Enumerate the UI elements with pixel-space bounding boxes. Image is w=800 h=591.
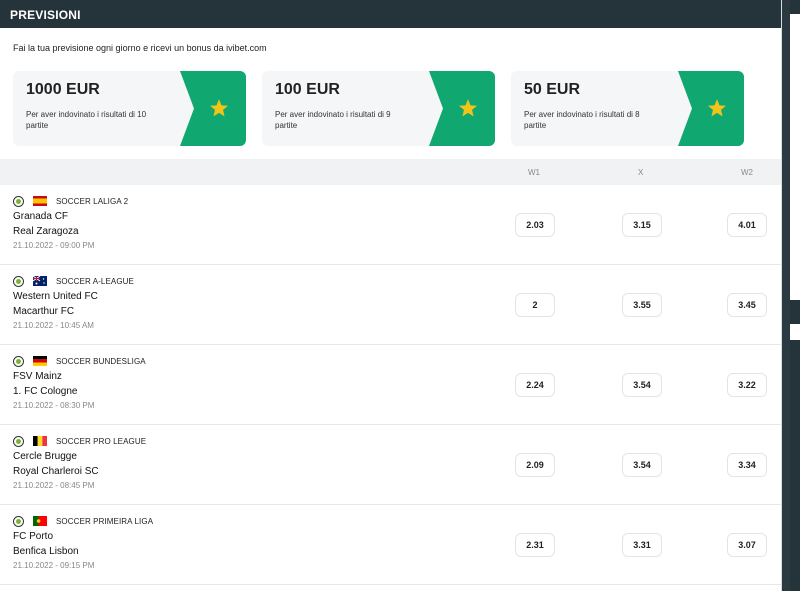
soccer-ball-icon xyxy=(13,355,24,367)
side-panel-header xyxy=(790,0,800,14)
odd-w2-button[interactable]: 3.34 xyxy=(727,453,767,477)
bonus-card-50[interactable]: 50 EUR Per aver indovinato i risultati d… xyxy=(511,71,744,146)
side-panel-block xyxy=(790,340,800,591)
league-name: SOCCER A-LEAGUE xyxy=(56,276,134,286)
column-w2: W2 xyxy=(741,168,753,177)
odd-w1-button[interactable]: 2.31 xyxy=(515,533,555,557)
odd-w1-button[interactable]: 2.09 xyxy=(515,453,555,477)
portugal-flag-icon xyxy=(33,516,47,526)
match-row: SOCCER PRIMEIRA LIGA FC Porto Benfica Li… xyxy=(0,505,781,585)
match-row: SOCCER LALIGA 2 Granada CF Real Zaragoza… xyxy=(0,185,781,265)
bonus-description: Per aver indovinato i risultati di 9 par… xyxy=(275,110,391,130)
away-team: Royal Charleroi SC xyxy=(13,466,99,477)
side-panel-divider xyxy=(790,300,800,324)
odds-column-header: W1 X W2 xyxy=(0,159,781,185)
bonus-card-1000[interactable]: 1000 EUR Per aver indovinato i risultati… xyxy=(13,71,246,146)
star-icon xyxy=(459,99,477,117)
odd-w2-button[interactable]: 3.07 xyxy=(727,533,767,557)
match-date: 21.10.2022 - 10:45 AM xyxy=(13,321,94,330)
bonus-cards: 1000 EUR Per aver indovinato i risultati… xyxy=(13,71,773,146)
bonus-description: Per aver indovinato i risultati di 8 par… xyxy=(524,110,640,130)
germany-flag-icon xyxy=(33,356,47,366)
soccer-ball-icon xyxy=(13,435,24,447)
odd-w2-button[interactable]: 3.45 xyxy=(727,293,767,317)
soccer-ball-icon xyxy=(13,275,24,287)
predictions-panel: PREVISIONI Fai la tua previsione ogni gi… xyxy=(0,0,782,591)
odd-w2-button[interactable]: 3.22 xyxy=(727,373,767,397)
panel-title: PREVISIONI xyxy=(0,0,781,28)
league-name: SOCCER PRO LEAGUE xyxy=(56,436,147,446)
soccer-ball-icon xyxy=(13,195,24,207)
bonus-card-100[interactable]: 100 EUR Per aver indovinato i risultati … xyxy=(262,71,495,146)
match-date: 21.10.2022 - 09:00 PM xyxy=(13,241,95,250)
soccer-ball-icon xyxy=(13,515,24,527)
home-team: FSV Mainz xyxy=(13,371,62,382)
odd-w1-button[interactable]: 2.24 xyxy=(515,373,555,397)
bonus-amount: 100 EUR xyxy=(275,81,340,98)
star-icon xyxy=(210,99,228,117)
bonus-amount: 50 EUR xyxy=(524,81,581,98)
odd-x-button[interactable]: 3.55 xyxy=(622,293,662,317)
match-row: SOCCER BUNDESLIGA FSV Mainz 1. FC Cologn… xyxy=(0,345,781,425)
match-date: 21.10.2022 - 08:45 PM xyxy=(13,481,95,490)
home-team: Western United FC xyxy=(13,291,98,302)
odd-w1-button[interactable]: 2 xyxy=(515,293,555,317)
away-team: 1. FC Cologne xyxy=(13,386,78,397)
belgium-flag-icon xyxy=(33,436,47,446)
bonus-amount: 1000 EUR xyxy=(26,81,100,98)
odd-x-button[interactable]: 3.15 xyxy=(622,213,662,237)
odd-x-button[interactable]: 3.31 xyxy=(622,533,662,557)
league-name: SOCCER PRIMEIRA LIGA xyxy=(56,516,154,526)
away-team: Macarthur FC xyxy=(13,306,75,317)
home-team: Granada CF xyxy=(13,211,69,222)
home-team: Cercle Brugge xyxy=(13,451,77,462)
match-date: 21.10.2022 - 09:15 PM xyxy=(13,561,95,570)
match-row: SOCCER PRO LEAGUE Cercle Brugge Royal Ch… xyxy=(0,425,781,505)
bonus-description: Per aver indovinato i risultati di 10 pa… xyxy=(26,110,147,130)
side-panel-edge xyxy=(790,0,800,591)
column-x: X xyxy=(638,168,644,177)
odd-w1-button[interactable]: 2.03 xyxy=(515,213,555,237)
spain-flag-icon xyxy=(33,196,47,206)
league-name: SOCCER LALIGA 2 xyxy=(56,196,129,206)
home-team: FC Porto xyxy=(13,531,54,542)
match-row: SOCCER A-LEAGUE Western United FC Macart… xyxy=(0,265,781,345)
match-date: 21.10.2022 - 08:30 PM xyxy=(13,401,95,410)
away-team: Real Zaragoza xyxy=(13,226,79,237)
odd-x-button[interactable]: 3.54 xyxy=(622,453,662,477)
odd-x-button[interactable]: 3.54 xyxy=(622,373,662,397)
star-icon xyxy=(708,99,726,117)
odd-w2-button[interactable]: 4.01 xyxy=(727,213,767,237)
australia-flag-icon xyxy=(33,276,47,286)
away-team: Benfica Lisbon xyxy=(13,546,79,557)
column-w1: W1 xyxy=(528,168,540,177)
league-name: SOCCER BUNDESLIGA xyxy=(56,356,146,366)
